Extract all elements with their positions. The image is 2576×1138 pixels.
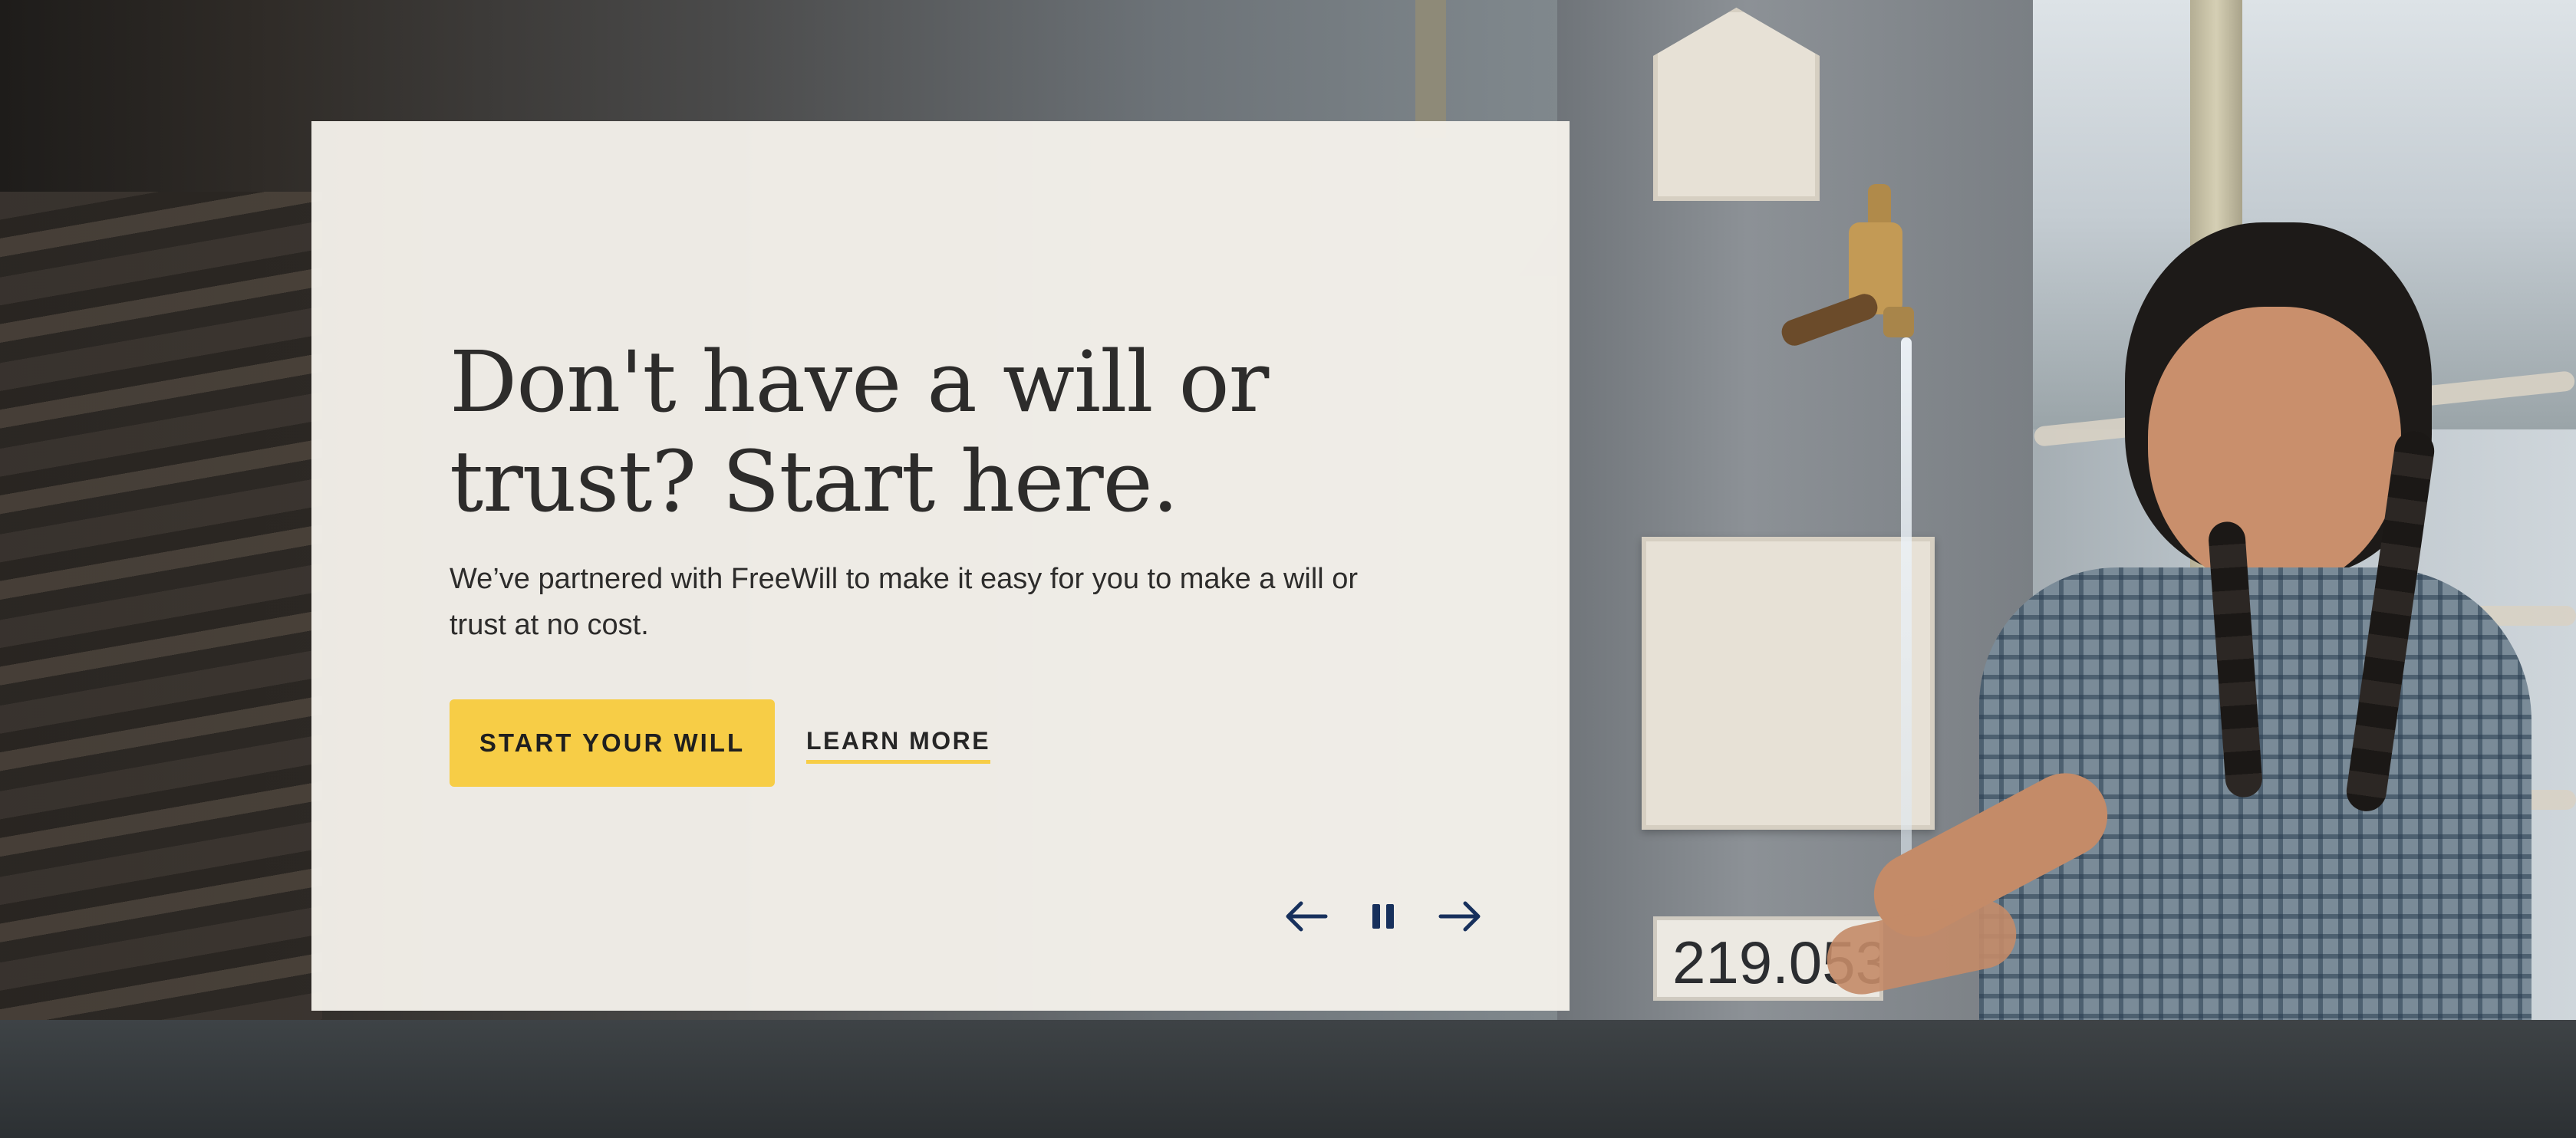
carousel-pause-button[interactable]	[1355, 888, 1412, 945]
carousel-previous-button[interactable]	[1278, 888, 1335, 945]
decorative-tile-handwashing	[1642, 537, 1935, 830]
carousel-next-button[interactable]	[1431, 888, 1488, 945]
hero-description: We’ve partnered with FreeWill to make it…	[450, 563, 1359, 641]
pause-icon	[1372, 904, 1394, 929]
arrow-right-icon	[1438, 901, 1481, 932]
background-pole	[1415, 0, 1446, 138]
arrow-left-icon	[1286, 901, 1328, 932]
learn-more-link[interactable]: LEARN MORE	[806, 727, 991, 764]
wooden-logs	[0, 192, 322, 1035]
ground	[0, 1020, 2576, 1138]
start-your-will-button[interactable]: START YOUR WILL	[450, 699, 775, 787]
faucet-icon	[1781, 184, 1914, 346]
hero-headline: Don't have a will or trust? Start here.	[450, 333, 1269, 531]
running-water	[1901, 337, 1912, 890]
hero-card: Don't have a will or trust? Start here. …	[311, 121, 1570, 1011]
girl-face	[2148, 307, 2401, 590]
